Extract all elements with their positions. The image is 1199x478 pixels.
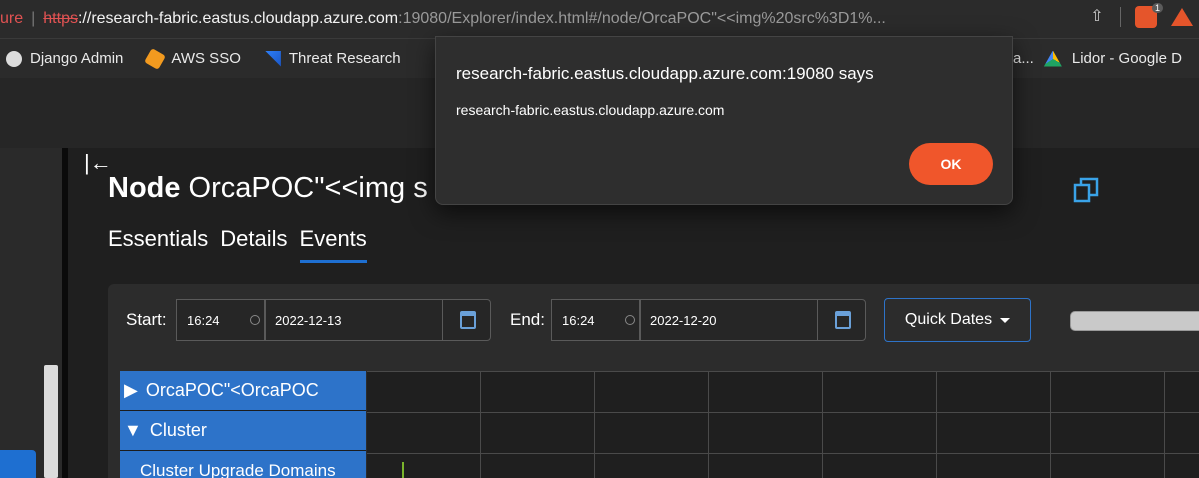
google-drive-icon — [1043, 50, 1062, 67]
bookmark-label: Django Admin — [30, 50, 124, 67]
bookmark-label: AWS SSO — [171, 50, 241, 67]
copy-icon[interactable] — [1072, 176, 1102, 206]
tab-events[interactable]: Events — [299, 226, 367, 263]
start-time-input[interactable]: 16:24 — [176, 299, 265, 341]
clock-icon — [624, 315, 635, 325]
calendar-icon[interactable] — [835, 311, 851, 329]
ok-button[interactable]: OK — [909, 143, 993, 185]
grid-line — [367, 412, 1199, 413]
bookmark-lidor-google[interactable]: Lidor - Google D — [1072, 50, 1182, 67]
end-time-value: 16:24 — [562, 312, 595, 328]
bookmarks-right: a... Lidor - Google D — [1013, 50, 1182, 67]
address-bar[interactable]: ure | https :// research-fabric.eastus.c… — [0, 0, 1199, 38]
dialog-message: research-fabric.eastus.cloudapp.azure.co… — [456, 102, 725, 118]
timeline-row-label: OrcaPOC"<OrcaPOC — [145, 380, 319, 400]
bookmark-aws-sso[interactable]: AWS SSO — [144, 47, 241, 70]
grid-line — [594, 372, 595, 478]
timeline-row-label: Cluster Upgrade Domains — [140, 460, 336, 478]
start-date-value: 2022-12-13 — [275, 312, 342, 328]
bookmark-label: Threat Research — [288, 50, 401, 67]
tab-details[interactable]: Details — [220, 226, 287, 263]
timeline-row[interactable]: Cluster Upgrade Domains — [120, 451, 366, 478]
timeline-row[interactable]: ▶ OrcaPOC"<OrcaPOC — [120, 371, 366, 411]
chevron-down-icon — [1000, 317, 1011, 323]
grid-line — [936, 372, 937, 478]
timeline-row-labels: ▶ OrcaPOC"<OrcaPOC ▼ Cluster Cluster Upg… — [120, 371, 366, 478]
timeline-row[interactable]: ▼ Cluster — [120, 411, 366, 451]
input-divider — [442, 300, 443, 340]
grid-line — [822, 372, 823, 478]
end-date-input[interactable]: 2022-12-20 — [640, 299, 866, 341]
quick-dates-dropdown[interactable]: Quick Dates — [884, 298, 1031, 342]
end-label: End: — [510, 310, 545, 329]
node-tabs: Essentials Details Events — [108, 226, 367, 263]
timeline-grid[interactable] — [367, 371, 1199, 478]
jira-icon — [264, 50, 281, 67]
title-type: Node — [108, 172, 181, 204]
input-divider — [817, 300, 818, 340]
start-time-value: 16:24 — [187, 312, 220, 328]
globe-icon — [6, 50, 22, 67]
start-label: Start: — [126, 310, 167, 329]
share-icon[interactable]: ⇧ — [1088, 6, 1106, 28]
bookmark-django-admin[interactable]: Django Admin — [6, 50, 123, 67]
url-host: research-fabric.eastus.cloudapp.azure.co… — [91, 10, 399, 27]
grid-line — [708, 372, 709, 478]
sidebar-selected-item[interactable] — [0, 450, 36, 478]
end-date-value: 2022-12-20 — [650, 312, 717, 328]
url-path: :19080/Explorer/index.html#/node/OrcaPOC… — [398, 10, 886, 27]
clock-icon — [249, 315, 260, 325]
url-scheme-insecure: https — [43, 10, 78, 27]
url-separator: :// — [77, 10, 92, 27]
bookmark-truncated[interactable]: a... — [1013, 50, 1034, 67]
end-time-input[interactable]: 16:24 — [551, 299, 640, 341]
tab-essentials[interactable]: Essentials — [108, 226, 208, 263]
expand-right-icon[interactable]: ▶ — [124, 380, 138, 401]
time-range-slider[interactable] — [1070, 311, 1199, 331]
grid-line — [480, 372, 481, 478]
sidebar-scrollbar[interactable] — [44, 365, 58, 478]
title-node-name: OrcaPOC"<<img s — [180, 172, 428, 204]
calendar-icon[interactable] — [460, 311, 476, 329]
bookmark-threat-research[interactable]: Threat Research — [264, 50, 401, 67]
url-prefix: ure — [0, 10, 24, 27]
alert-dialog: research-fabric.eastus.cloudapp.azure.co… — [435, 36, 1013, 205]
shield-badge: 1 — [1151, 3, 1163, 13]
event-marker[interactable] — [402, 462, 404, 478]
url-divider: | — [31, 10, 36, 27]
dialog-title: research-fabric.eastus.cloudapp.azure.co… — [456, 64, 874, 83]
quick-dates-label: Quick Dates — [904, 311, 993, 328]
brave-rewards-icon[interactable] — [1171, 8, 1193, 26]
toolbar-divider — [1120, 7, 1121, 27]
brave-shield-icon[interactable]: 1 — [1135, 3, 1163, 28]
aws-icon — [144, 47, 167, 70]
timeline-row-label: Cluster — [149, 420, 207, 440]
expand-down-icon[interactable]: ▼ — [124, 420, 142, 441]
toolbar-icons: ⇧ 1 — [1088, 3, 1193, 28]
grid-line — [367, 453, 1199, 454]
grid-line — [1164, 372, 1165, 478]
start-date-input[interactable]: 2022-12-13 — [265, 299, 491, 341]
grid-line — [1050, 372, 1051, 478]
